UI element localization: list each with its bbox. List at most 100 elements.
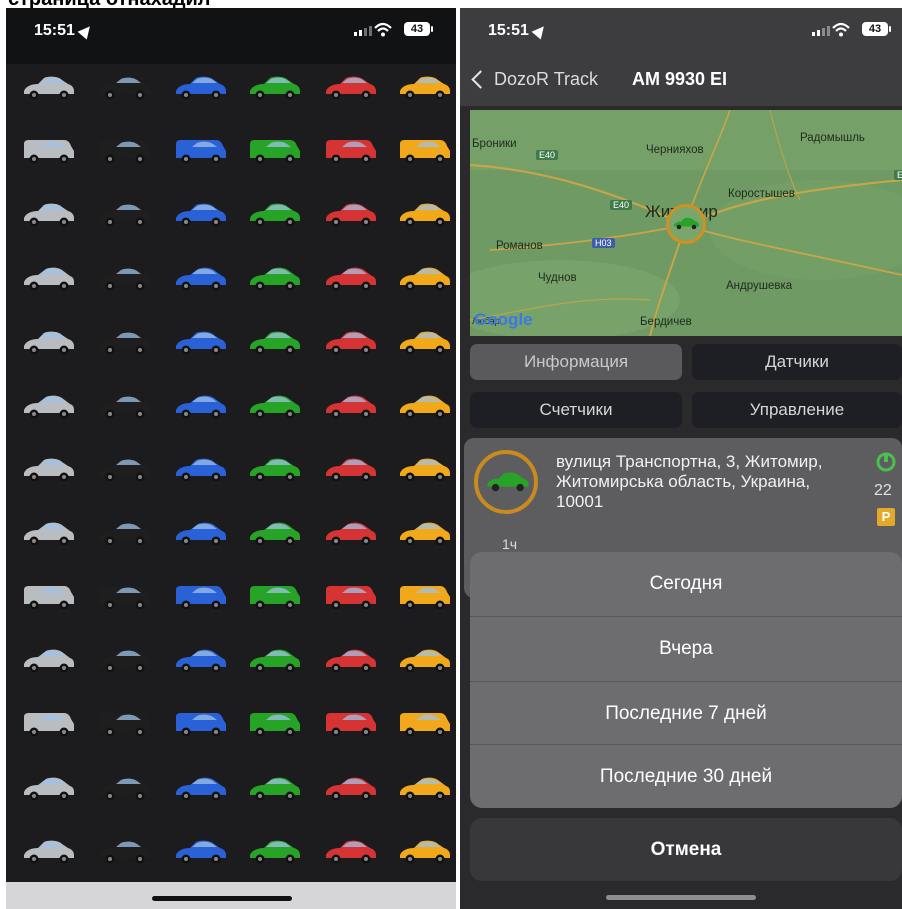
car-icon[interactable] [96, 199, 152, 229]
car-icon[interactable] [96, 582, 152, 612]
car-icon[interactable] [396, 199, 452, 229]
car-icon[interactable] [322, 72, 378, 102]
car-icon[interactable] [20, 836, 76, 866]
car-icon[interactable] [322, 836, 378, 866]
car-icon[interactable] [322, 709, 378, 739]
car-icon[interactable] [246, 836, 302, 866]
car-icon[interactable] [96, 518, 152, 548]
car-icon[interactable] [172, 518, 228, 548]
car-icon[interactable] [96, 72, 152, 102]
car-icon[interactable] [246, 454, 302, 484]
car-icon[interactable] [172, 836, 228, 866]
car-icon[interactable] [172, 391, 228, 421]
car-icon[interactable] [20, 263, 76, 293]
car-icon[interactable] [172, 645, 228, 675]
car-icon[interactable] [246, 709, 302, 739]
car-icon[interactable] [246, 199, 302, 229]
car-icon[interactable] [172, 582, 228, 612]
cancel-button[interactable]: Отмена [470, 818, 902, 881]
option-last-7-days[interactable]: Последние 7 дней [470, 682, 902, 746]
car-icon[interactable] [246, 582, 302, 612]
car-icon[interactable] [396, 136, 452, 166]
car-icon[interactable] [20, 327, 76, 357]
car-icon[interactable] [172, 263, 228, 293]
option-today[interactable]: Сегодня [470, 552, 902, 616]
car-icon[interactable] [20, 391, 76, 421]
car-icon[interactable] [20, 645, 76, 675]
car-icon[interactable] [396, 518, 452, 548]
tab-control[interactable]: Управление [692, 392, 902, 428]
map-view[interactable]: Радомышль Чернияхов Коростышев Житомир Р… [470, 110, 902, 336]
tab-counters[interactable]: Счетчики [470, 392, 682, 428]
car-icon[interactable] [20, 709, 76, 739]
car-icon[interactable] [20, 454, 76, 484]
car-icon[interactable] [20, 199, 76, 229]
car-icon[interactable] [396, 72, 452, 102]
car-icon[interactable] [20, 773, 76, 803]
car-icon[interactable] [96, 327, 152, 357]
car-icon[interactable] [96, 836, 152, 866]
tab-information[interactable]: Информация [470, 344, 682, 380]
back-chevron-icon[interactable] [471, 70, 490, 89]
car-icon[interactable] [396, 582, 452, 612]
car-icon[interactable] [246, 391, 302, 421]
car-icon[interactable] [20, 582, 76, 612]
car-icon[interactable] [396, 645, 452, 675]
car-icon[interactable] [172, 136, 228, 166]
car-icon[interactable] [322, 391, 378, 421]
vehicle-address: вулиця Транспортна, 3, Житомир, Житомирс… [556, 452, 823, 511]
map-label: Чернияхов [646, 144, 704, 156]
car-icon[interactable] [322, 199, 378, 229]
car-icon[interactable] [20, 136, 76, 166]
map-label: Радомышль [800, 132, 865, 144]
car-icon[interactable] [246, 72, 302, 102]
road-badge: E40 [610, 200, 633, 210]
car-icon[interactable] [172, 454, 228, 484]
car-icon[interactable] [396, 327, 452, 357]
car-icon[interactable] [246, 327, 302, 357]
car-icon[interactable] [246, 136, 302, 166]
car-icon[interactable] [396, 709, 452, 739]
car-icon[interactable] [396, 836, 452, 866]
car-icon[interactable] [322, 136, 378, 166]
car-icon[interactable] [246, 518, 302, 548]
map-label: Броники [472, 138, 517, 150]
home-indicator[interactable] [606, 895, 756, 900]
car-icon[interactable] [396, 391, 452, 421]
option-last-30-days[interactable]: Последние 30 дней [470, 745, 902, 808]
last-update-age: 1ч [502, 536, 518, 552]
car-icon[interactable] [322, 645, 378, 675]
car-icon[interactable] [322, 263, 378, 293]
car-icon[interactable] [20, 72, 76, 102]
car-icon[interactable] [96, 136, 152, 166]
car-icon[interactable] [246, 263, 302, 293]
car-icon[interactable] [172, 72, 228, 102]
car-icon[interactable] [96, 773, 152, 803]
car-icon[interactable] [172, 773, 228, 803]
car-icon[interactable] [172, 199, 228, 229]
car-icon[interactable] [172, 709, 228, 739]
car-icon[interactable] [172, 327, 228, 357]
home-indicator[interactable] [152, 896, 292, 901]
tab-sensors[interactable]: Датчики [692, 344, 902, 380]
car-icon[interactable] [96, 454, 152, 484]
car-icon[interactable] [322, 518, 378, 548]
car-icon[interactable] [322, 327, 378, 357]
car-icon[interactable] [396, 263, 452, 293]
car-icon[interactable] [322, 582, 378, 612]
car-icon[interactable] [96, 391, 152, 421]
car-icon[interactable] [322, 454, 378, 484]
option-yesterday[interactable]: Вчера [470, 617, 902, 681]
back-button[interactable]: DozoR Track [494, 69, 598, 90]
vehicle-map-marker[interactable] [666, 204, 706, 244]
car-icon[interactable] [96, 645, 152, 675]
car-icon[interactable] [396, 773, 452, 803]
car-icon[interactable] [322, 773, 378, 803]
car-icon[interactable] [96, 263, 152, 293]
car-icon[interactable] [96, 709, 152, 739]
car-icon[interactable] [20, 518, 76, 548]
car-icon[interactable] [396, 454, 452, 484]
car-icon[interactable] [246, 645, 302, 675]
status-bar: 15:51 43 [6, 8, 456, 64]
car-icon[interactable] [246, 773, 302, 803]
